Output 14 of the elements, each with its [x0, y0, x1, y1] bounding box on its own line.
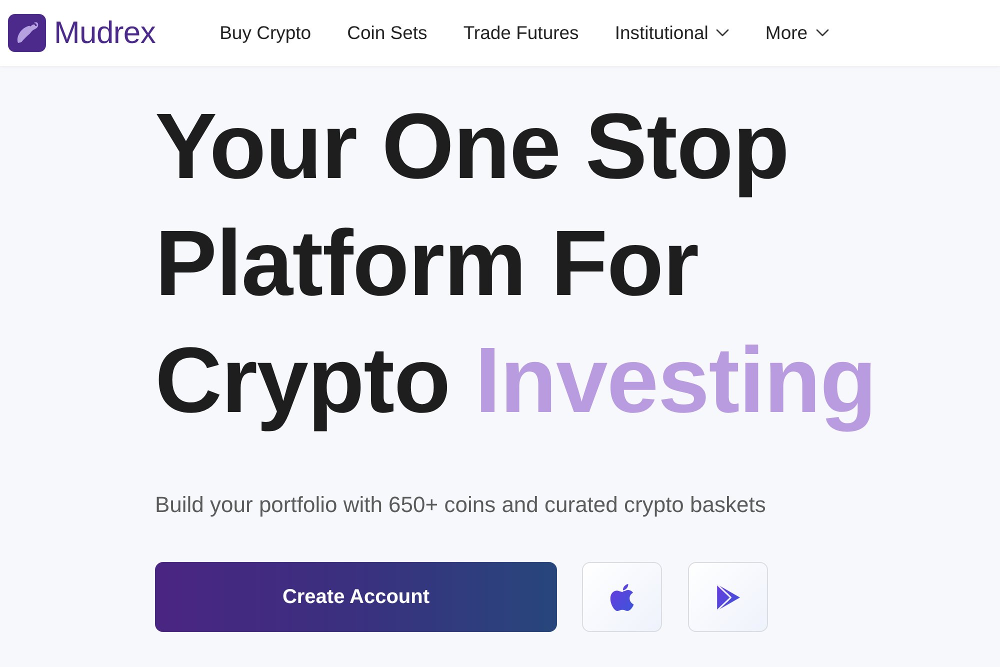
app-download-button[interactable]	[688, 562, 768, 632]
logo-wordmark[interactable]: Mudrex	[54, 15, 156, 51]
nav-link[interactable]: More	[765, 22, 829, 44]
nav-link[interactable]: Trade Futures	[463, 22, 579, 44]
logo-icon	[8, 14, 46, 52]
apple-icon	[610, 584, 634, 610]
hero-subtitle: Build your portfolio with 650+ coins and curated crypto baskets	[155, 491, 767, 519]
app-download-button[interactable]	[582, 562, 662, 632]
nav-link[interactable]: Coin Sets	[347, 22, 428, 44]
nav-link[interactable]: Institutional	[614, 22, 730, 44]
play-store-icon	[716, 584, 740, 610]
create-account-button[interactable]: Create Account	[155, 562, 557, 632]
nav-link[interactable]: Buy Crypto	[220, 22, 312, 44]
hero-headline: Your One Stop Platform For Crypto Investing	[155, 93, 877, 434]
